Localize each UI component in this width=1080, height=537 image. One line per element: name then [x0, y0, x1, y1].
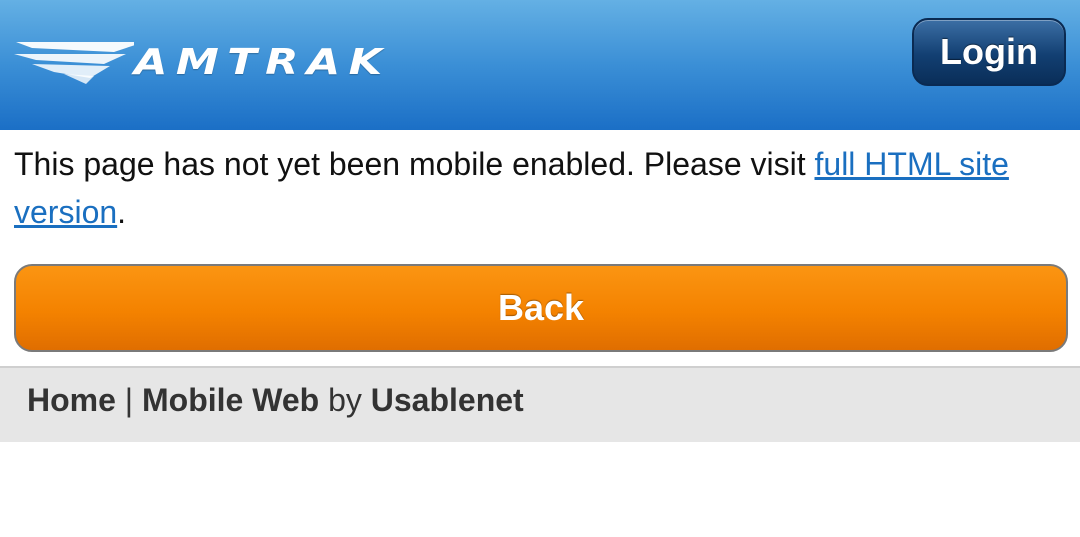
footer-links: Home | Mobile Web by Usablenet — [27, 382, 524, 419]
footer-home-link[interactable]: Home — [27, 382, 116, 418]
message-period: . — [117, 194, 127, 230]
app-header: AMTRAK Login — [0, 0, 1080, 130]
not-mobile-message: This page has not yet been mobile enable… — [14, 140, 1054, 236]
login-button[interactable]: Login — [912, 18, 1066, 86]
footer-usablenet-link[interactable]: Usablenet — [371, 382, 524, 418]
footer: Home | Mobile Web by Usablenet — [0, 366, 1080, 442]
back-button[interactable]: Back — [14, 264, 1068, 352]
footer-by-text: by — [319, 382, 371, 418]
logo-text: AMTRAK — [134, 42, 391, 83]
amtrak-logo[interactable]: AMTRAK — [14, 38, 434, 90]
footer-mobile-web-link[interactable]: Mobile Web — [142, 382, 319, 418]
footer-separator: | — [115, 382, 142, 418]
amtrak-logo-icon — [14, 42, 134, 84]
message-text: This page has not yet been mobile enable… — [14, 146, 815, 182]
